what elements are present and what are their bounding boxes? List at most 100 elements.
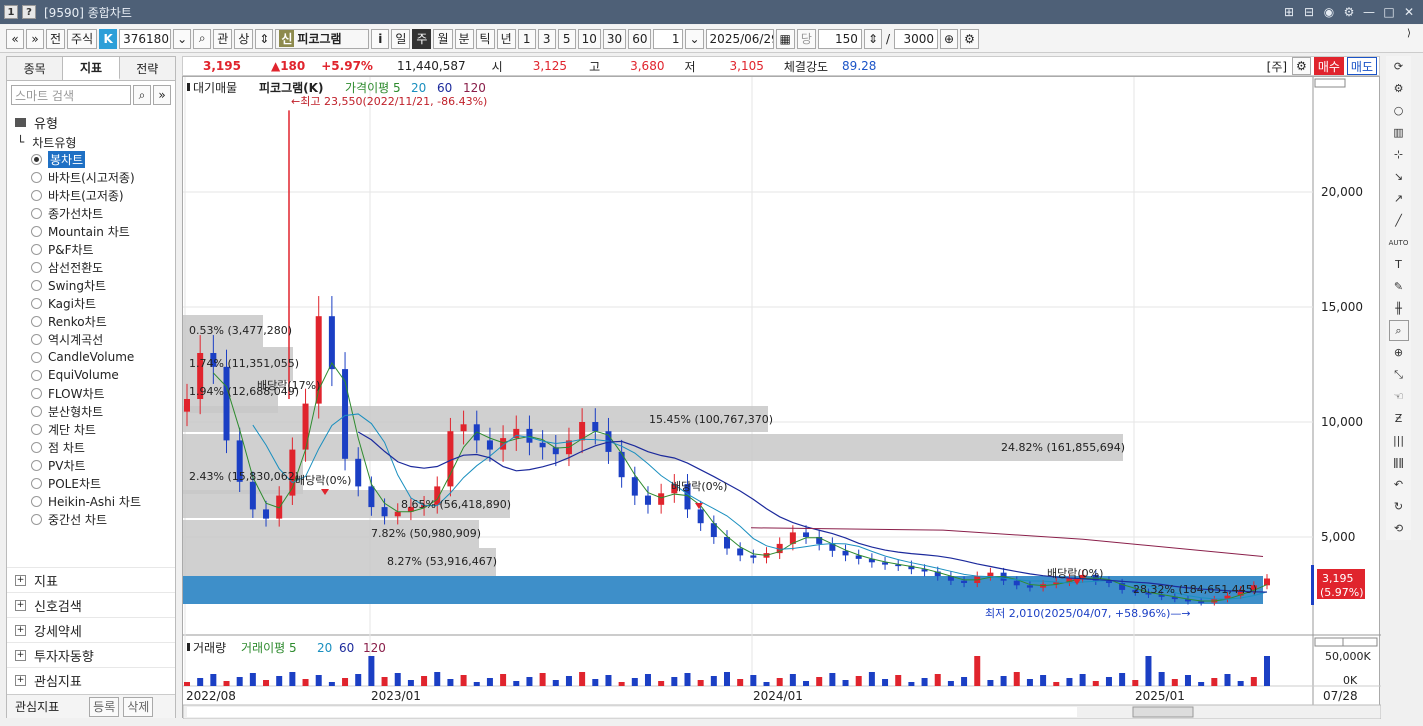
cycle-icon[interactable]: ⟲ bbox=[1389, 518, 1409, 539]
search-icon[interactable]: ⌕ bbox=[133, 85, 151, 105]
count-spin-icon[interactable]: ⇕ bbox=[863, 28, 882, 49]
bars-icon[interactable]: ǁǁ bbox=[1389, 452, 1409, 473]
radio-icon[interactable] bbox=[31, 261, 42, 273]
chart-type-item[interactable]: 바차트(고저종) bbox=[31, 186, 175, 204]
chart-type-item[interactable]: 바차트(시고저종) bbox=[31, 168, 175, 186]
stock-code-input[interactable]: 376180 bbox=[119, 28, 172, 49]
radio-icon[interactable] bbox=[31, 495, 42, 507]
type-button[interactable]: 주식 bbox=[67, 28, 98, 49]
line-icon[interactable]: ╱ bbox=[1389, 210, 1409, 231]
axis-scale-control[interactable] bbox=[1314, 637, 1346, 647]
chart-type-item[interactable]: Swing차트 bbox=[31, 276, 175, 294]
nav-prev-button[interactable]: « bbox=[6, 28, 24, 49]
chart-type-item[interactable]: CandleVolume bbox=[31, 348, 175, 366]
vertical-lines-icon[interactable]: ||| bbox=[1389, 430, 1409, 451]
subsection-chart-type[interactable]: └ 차트유형 bbox=[17, 134, 175, 150]
radio-icon[interactable] bbox=[31, 189, 42, 201]
text-icon[interactable]: T bbox=[1389, 254, 1409, 275]
volume-profile-band[interactable] bbox=[183, 434, 1123, 461]
info-button[interactable]: i bbox=[371, 28, 390, 49]
radio-icon[interactable] bbox=[31, 243, 42, 255]
period-year-button[interactable]: 년 bbox=[496, 28, 516, 49]
zoom-plus-icon[interactable]: ⊕ bbox=[940, 28, 959, 49]
register-button[interactable]: 등록 bbox=[89, 696, 120, 717]
tree-item[interactable]: + 관심지표 bbox=[7, 667, 175, 692]
candle-icon[interactable]: ╫ bbox=[1389, 298, 1409, 319]
tree-item[interactable]: + 신호검색 bbox=[7, 592, 175, 617]
expand-icon[interactable]: + bbox=[15, 599, 26, 611]
radio-icon[interactable] bbox=[31, 387, 42, 399]
period-week-button[interactable]: 주 bbox=[412, 28, 432, 49]
chart-type-item[interactable]: 중간선 차트 bbox=[31, 510, 175, 528]
radio-icon[interactable] bbox=[31, 513, 42, 525]
hand-icon[interactable]: ☜ bbox=[1389, 386, 1409, 407]
smart-search-input[interactable]: 스마트 검색 bbox=[11, 85, 131, 105]
tab-stocks[interactable]: 종목 bbox=[7, 57, 64, 80]
chart-type-item[interactable]: 점 차트 bbox=[31, 438, 175, 456]
circle-icon[interactable]: ○ bbox=[1389, 100, 1409, 121]
tree-item[interactable]: + 투자자동향 bbox=[7, 642, 175, 667]
measure-icon[interactable]: ⤡ bbox=[1389, 364, 1409, 385]
auto-icon[interactable]: AUTO bbox=[1389, 232, 1409, 253]
market-button[interactable]: 전 bbox=[46, 28, 66, 49]
axis-scale-control[interactable] bbox=[1314, 78, 1346, 88]
period-minute-button[interactable]: 분 bbox=[454, 28, 474, 49]
radio-icon[interactable] bbox=[31, 459, 42, 471]
interval-60-button[interactable]: 60 bbox=[628, 28, 652, 49]
close-icon[interactable]: ✕ bbox=[1403, 5, 1415, 19]
zoom-in-icon[interactable]: ⊕ bbox=[1389, 342, 1409, 363]
link-icon[interactable]: ⊟ bbox=[1303, 5, 1315, 19]
interval-3-button[interactable]: 3 bbox=[537, 28, 556, 49]
radio-icon[interactable] bbox=[31, 369, 42, 381]
k-button[interactable]: K bbox=[99, 28, 118, 49]
chart-type-item[interactable]: Kagi차트 bbox=[31, 294, 175, 312]
spin-icon[interactable]: ⇕ bbox=[255, 28, 274, 49]
ju-button[interactable]: [주] bbox=[1265, 58, 1289, 75]
segment-icon[interactable]: ↘ bbox=[1389, 166, 1409, 187]
radio-icon[interactable] bbox=[31, 315, 42, 327]
chart-type-item[interactable]: 역시계곡선 bbox=[31, 330, 175, 348]
search-icon[interactable]: ⌕ bbox=[193, 28, 212, 49]
chart-type-item[interactable]: 분산형차트 bbox=[31, 402, 175, 420]
chart-type-item[interactable]: POLE차트 bbox=[31, 474, 175, 492]
window-number-badge[interactable]: 1 bbox=[4, 5, 18, 19]
interval-dropdown-icon[interactable]: ⌄ bbox=[685, 28, 704, 49]
date-input[interactable]: 2025/06/29 bbox=[705, 28, 774, 49]
interval-input[interactable]: 1 bbox=[653, 28, 684, 49]
period-day-button[interactable]: 일 bbox=[391, 28, 411, 49]
chart-type-item[interactable]: FLOW차트 bbox=[31, 384, 175, 402]
chart-area[interactable]: 20,000 15,000 10,000 5,000 2022/08 2023/01 202… bbox=[182, 76, 1382, 720]
redo-icon[interactable]: ↻ bbox=[1389, 496, 1409, 517]
chart-type-item[interactable]: P&F차트 bbox=[31, 240, 175, 258]
count-input[interactable]: 150 bbox=[817, 28, 862, 49]
zigzag-icon[interactable]: Ƶ bbox=[1389, 408, 1409, 429]
radio-icon[interactable] bbox=[31, 279, 42, 291]
radio-icon[interactable] bbox=[31, 405, 42, 417]
interval-5-button[interactable]: 5 bbox=[557, 28, 576, 49]
chart-type-item[interactable]: Renko차트 bbox=[31, 312, 175, 330]
total-input[interactable]: 3000 bbox=[894, 28, 939, 49]
capture-icon[interactable]: ◉ bbox=[1323, 5, 1335, 19]
plus-line-icon[interactable]: ⊹ bbox=[1389, 144, 1409, 165]
help-icon[interactable]: ? bbox=[22, 5, 36, 19]
scrollbar-slider[interactable] bbox=[1132, 706, 1194, 718]
sell-button[interactable]: 매도 bbox=[1346, 57, 1377, 75]
pen-icon[interactable]: ✎ bbox=[1389, 276, 1409, 297]
radio-icon[interactable] bbox=[31, 225, 42, 237]
gear-icon[interactable]: ⚙ bbox=[1292, 57, 1311, 75]
chart-type-item[interactable]: 봉차트 bbox=[31, 150, 175, 168]
section-type[interactable]: 유형 bbox=[15, 113, 167, 132]
radio-icon[interactable] bbox=[31, 333, 42, 345]
code-dropdown-icon[interactable]: ⌄ bbox=[173, 28, 192, 49]
toolbar-expand-icon[interactable]: ⟩ bbox=[1407, 28, 1419, 48]
collapse-icon[interactable]: » bbox=[153, 85, 171, 105]
radio-icon[interactable] bbox=[31, 441, 42, 453]
radio-icon[interactable] bbox=[31, 351, 42, 363]
minimize-icon[interactable]: — bbox=[1363, 5, 1375, 19]
calendar-icon[interactable]: ▦ bbox=[775, 28, 795, 49]
chart-type-item[interactable]: Heikin-Ashi 차트 bbox=[31, 492, 175, 510]
radio-icon[interactable] bbox=[31, 423, 42, 435]
ray-icon[interactable]: ↗ bbox=[1389, 188, 1409, 209]
gwan-button[interactable]: 관 bbox=[213, 28, 233, 49]
dang-button[interactable]: 당 bbox=[796, 28, 816, 49]
